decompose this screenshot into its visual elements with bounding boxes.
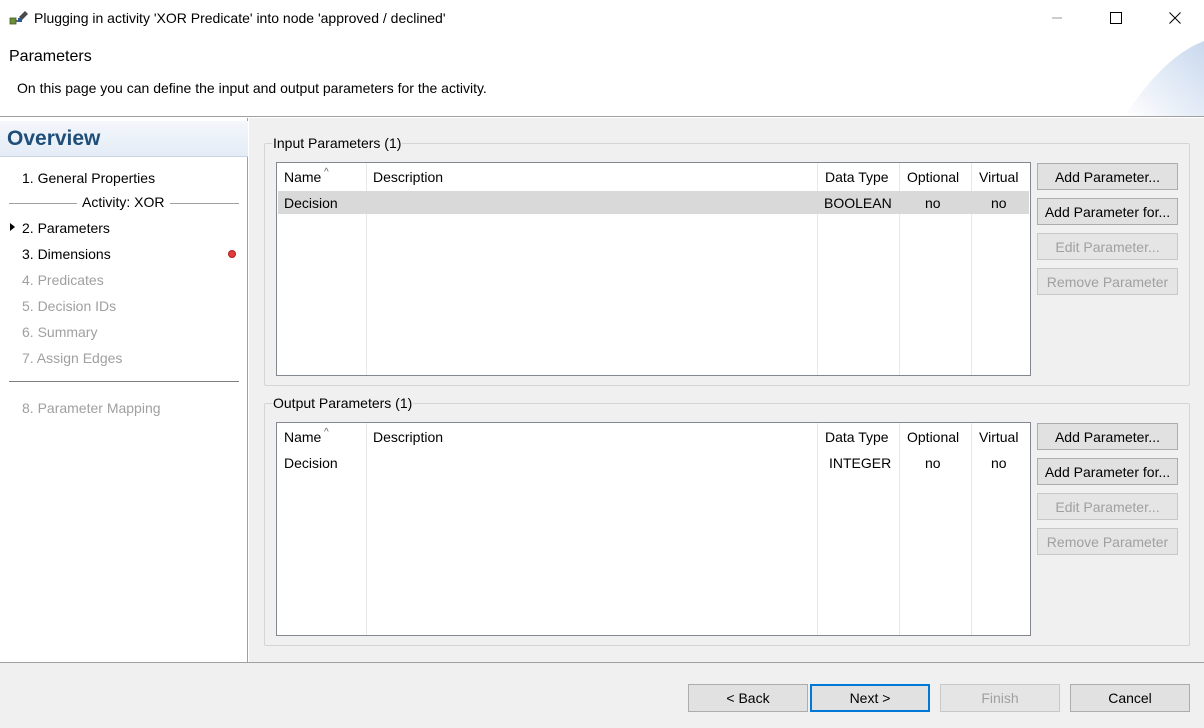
column-header-data-type[interactable]: Data Type <box>825 429 889 445</box>
header-banner-image <box>1124 41 1204 116</box>
nav-item-summary: 6. Summary <box>22 324 98 340</box>
input-parameters-title: Input Parameters (1) <box>272 135 403 151</box>
cell-name: Decision <box>284 455 338 471</box>
finish-button[interactable]: Finish <box>940 684 1060 712</box>
column-header-virtual[interactable]: Virtual <box>979 169 1018 185</box>
cell-data-type: BOOLEAN <box>824 195 892 211</box>
add-parameter-for-button[interactable]: Add Parameter for... <box>1037 458 1178 485</box>
close-button[interactable] <box>1146 0 1204 36</box>
close-icon <box>1169 12 1181 24</box>
cell-name: Decision <box>284 195 338 211</box>
group-divider <box>9 203 77 204</box>
cell-data-type: INTEGER <box>829 455 892 471</box>
nav-separator <box>9 381 239 382</box>
maximize-icon <box>1110 12 1122 24</box>
column-header-optional[interactable]: Optional <box>907 169 959 185</box>
parameters-content: Input Parameters (1) Name ^ Description … <box>249 118 1204 662</box>
cell-optional: no <box>925 195 941 211</box>
add-parameter-button[interactable]: Add Parameter... <box>1037 163 1178 190</box>
next-button[interactable]: Next > <box>810 684 930 712</box>
cell-optional: no <box>925 455 941 471</box>
back-button[interactable]: < Back <box>688 684 808 712</box>
minimize-icon <box>1052 17 1062 19</box>
edit-parameter-button[interactable]: Edit Parameter... <box>1037 233 1178 260</box>
column-header-virtual[interactable]: Virtual <box>979 429 1018 445</box>
column-header-optional[interactable]: Optional <box>907 429 959 445</box>
column-header-data-type[interactable]: Data Type <box>825 169 889 185</box>
output-parameters-table[interactable]: Name ^ Description Data Type Optional Vi… <box>276 422 1031 636</box>
nav-item-decision-ids: 5. Decision IDs <box>22 298 117 314</box>
output-parameters-title: Output Parameters (1) <box>272 395 414 411</box>
nav-item-assign-edges: 7. Assign Edges <box>22 350 123 366</box>
sort-ascending-icon: ^ <box>324 427 329 438</box>
group-divider <box>170 203 239 204</box>
overview-header: Overview <box>0 121 248 157</box>
edit-parameter-button[interactable]: Edit Parameter... <box>1037 493 1178 520</box>
title-bar: Plugging in activity 'XOR Predicate' int… <box>0 0 1204 36</box>
table-row[interactable]: Decision INTEGER no no <box>278 451 1029 474</box>
add-parameter-for-button[interactable]: Add Parameter for... <box>1037 198 1178 225</box>
overview-panel: Overview 1. General Properties Activity:… <box>0 118 248 662</box>
overview-title: Overview <box>7 127 101 150</box>
input-parameters-table[interactable]: Name ^ Description Data Type Optional Vi… <box>276 162 1031 376</box>
add-parameter-button[interactable]: Add Parameter... <box>1037 423 1178 450</box>
table-row[interactable]: Decision BOOLEAN no no <box>278 191 1029 214</box>
wizard-plug-icon <box>9 11 28 25</box>
nav-item-parameters[interactable]: 2. Parameters <box>22 220 110 236</box>
nav-item-general-properties[interactable]: 1. General Properties <box>22 170 155 186</box>
column-header-name[interactable]: Name ^ <box>284 427 329 445</box>
cancel-button[interactable]: Cancel <box>1070 684 1190 712</box>
current-step-arrow-icon <box>10 223 15 231</box>
minimize-button[interactable] <box>1028 0 1086 36</box>
nav-item-dimensions[interactable]: 3. Dimensions <box>22 246 111 262</box>
activity-group-label: Activity: XOR <box>80 194 167 210</box>
cell-virtual: no <box>991 195 1007 211</box>
wizard-footer: < Back Next > Finish Cancel <box>0 662 1204 728</box>
page-description: On this page you can define the input an… <box>17 80 487 96</box>
nav-item-predicates: 4. Predicates <box>22 272 104 288</box>
column-header-description[interactable]: Description <box>373 429 443 445</box>
error-icon <box>228 250 236 258</box>
remove-parameter-button[interactable]: Remove Parameter <box>1037 528 1178 555</box>
wizard-header: Parameters On this page you can define t… <box>0 36 1204 117</box>
column-header-description[interactable]: Description <box>373 169 443 185</box>
column-header-label: Name <box>284 169 322 185</box>
cell-virtual: no <box>991 455 1007 471</box>
nav-item-parameter-mapping: 8. Parameter Mapping <box>22 400 161 416</box>
sort-ascending-icon: ^ <box>324 167 329 178</box>
window-title: Plugging in activity 'XOR Predicate' int… <box>34 10 446 26</box>
page-title: Parameters <box>9 48 92 65</box>
remove-parameter-button[interactable]: Remove Parameter <box>1037 268 1178 295</box>
column-header-label: Name <box>284 429 322 445</box>
maximize-button[interactable] <box>1087 0 1145 36</box>
column-header-name[interactable]: Name ^ <box>284 167 329 185</box>
